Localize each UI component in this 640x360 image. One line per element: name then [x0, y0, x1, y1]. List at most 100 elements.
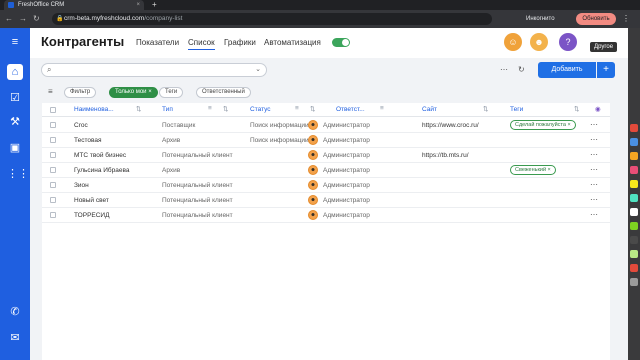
dock-app-icon[interactable] — [630, 194, 638, 202]
dock-app-icon[interactable] — [630, 222, 638, 230]
cell-type: Потенциальный клиент — [162, 182, 233, 189]
dock-app-icon[interactable] — [630, 278, 638, 286]
filter-icon[interactable]: ≡ — [295, 105, 299, 112]
dock-app-icon[interactable] — [630, 166, 638, 174]
select-all-checkbox[interactable] — [50, 107, 56, 113]
incognito-label[interactable]: Инкогнито — [526, 13, 555, 25]
apps-grid-icon[interactable]: ⋮⋮ — [7, 166, 29, 182]
table-row[interactable]: МТС твой бизнес Потенциальный клиент ☻ А… — [42, 148, 610, 163]
column-owner[interactable]: Ответст... — [336, 106, 365, 113]
row-checkbox[interactable] — [50, 152, 56, 158]
filter-icon[interactable]: ≡ — [380, 105, 384, 112]
cell-name[interactable]: Тестовая — [74, 137, 102, 144]
new-tab-button[interactable]: + — [152, 0, 157, 10]
more-icon[interactable]: ⋯ — [500, 65, 508, 74]
box-icon[interactable]: ▣ — [7, 140, 23, 156]
table-row[interactable]: Croc Поставщик Поиск информации ☻ Админи… — [42, 118, 610, 133]
user-avatar[interactable]: ☻ — [530, 33, 548, 51]
update-button[interactable]: Обновить — [576, 13, 616, 25]
row-checkbox[interactable] — [50, 122, 56, 128]
checklist-icon[interactable]: ☑ — [7, 90, 23, 106]
browser-tab[interactable]: FreshOffice CRM × — [4, 0, 144, 10]
tag-badge[interactable]: Сделай пожалуйста × — [510, 120, 576, 130]
dock-app-icon[interactable] — [630, 138, 638, 146]
back-icon[interactable]: ← — [5, 13, 13, 25]
view-toggle[interactable] — [332, 38, 350, 47]
cell-type: Потенциальный клиент — [162, 212, 233, 219]
add-button[interactable]: Добавить — [538, 62, 596, 78]
hamburger-menu-icon[interactable]: ≡ — [7, 34, 23, 50]
column-tags[interactable]: Теги — [510, 106, 523, 113]
tag-badge[interactable]: Свеженький × — [510, 165, 556, 175]
row-menu-icon[interactable]: ⋯ — [590, 120, 598, 129]
home-icon[interactable]: ⌂ — [7, 64, 23, 80]
responsible-pill[interactable]: Ответственный — [196, 87, 251, 98]
cell-name[interactable]: ТОРРЕСИД — [74, 212, 110, 219]
dock-app-icon[interactable] — [630, 152, 638, 160]
row-checkbox[interactable] — [50, 197, 56, 203]
dock-app-icon[interactable] — [630, 264, 638, 272]
column-status[interactable]: Статус — [250, 106, 271, 113]
tab-close-icon[interactable]: × — [136, 0, 140, 10]
tab-list[interactable]: Список — [188, 38, 215, 50]
tab-indicators[interactable]: Показатели — [136, 38, 179, 47]
cell-name[interactable]: Croc — [74, 122, 88, 129]
refresh-icon[interactable]: ↻ — [518, 65, 525, 74]
dock-app-icon[interactable] — [630, 208, 638, 216]
row-menu-icon[interactable]: ⋯ — [590, 150, 598, 159]
row-checkbox[interactable] — [50, 167, 56, 173]
table-row[interactable]: Новый свет Потенциальный клиент ☻ Админи… — [42, 193, 610, 208]
filter-lines-icon[interactable]: ≡ — [48, 87, 53, 96]
mail-icon[interactable]: ✉ — [7, 330, 23, 346]
left-sidebar: ≡ ⌂ ☑ ⚒ ▣ ⋮⋮ ✆ ✉ — [0, 28, 30, 360]
table-row[interactable]: Зион Потенциальный клиент ☻ Администрато… — [42, 178, 610, 193]
sort-icon[interactable]: ⇅ — [574, 105, 579, 113]
row-menu-icon[interactable]: ⋯ — [590, 165, 598, 174]
dock-app-icon[interactable] — [630, 124, 638, 132]
cell-name[interactable]: Новый свет — [74, 197, 109, 204]
row-menu-icon[interactable]: ⋯ — [590, 180, 598, 189]
phone-icon[interactable]: ✆ — [7, 304, 23, 320]
sort-icon[interactable]: ⇅ — [310, 105, 315, 113]
address-bar[interactable]: 🔒 crm-beta.myfreshcloud.com/company-list — [52, 13, 492, 25]
column-name[interactable]: Наименова... — [74, 106, 114, 113]
browser-menu-icon[interactable]: ⋮ — [622, 13, 630, 25]
cell-name[interactable]: МТС твой бизнес — [74, 152, 126, 159]
chevron-down-icon[interactable]: ⌄ — [255, 65, 261, 73]
cell-site[interactable]: https://tb.mts.ru/ — [422, 152, 469, 159]
row-checkbox[interactable] — [50, 182, 56, 188]
table-row[interactable]: ТОРРЕСИД Потенциальный клиент ☻ Админист… — [42, 208, 610, 223]
cell-name[interactable]: Зион — [74, 182, 89, 189]
eye-icon[interactable]: ◉ — [595, 105, 601, 113]
search-input[interactable]: ⌕ ⌄ — [41, 63, 267, 77]
tags-pill[interactable]: Теги — [159, 87, 184, 98]
row-menu-icon[interactable]: ⋯ — [590, 135, 598, 144]
dock-app-icon[interactable] — [630, 250, 638, 258]
row-menu-icon[interactable]: ⋯ — [590, 195, 598, 204]
hammer-icon[interactable]: ⚒ — [7, 114, 23, 130]
tab-automation[interactable]: Автоматизация — [264, 38, 321, 47]
row-checkbox[interactable] — [50, 137, 56, 143]
sort-icon[interactable]: ⇅ — [483, 105, 488, 113]
tab-charts[interactable]: Графики — [224, 38, 256, 47]
row-checkbox[interactable] — [50, 212, 56, 218]
column-site[interactable]: Сайт — [422, 106, 437, 113]
cell-name[interactable]: Гульсина Ибраева — [74, 167, 130, 174]
filter-icon[interactable]: ≡ — [208, 105, 212, 112]
chat-icon[interactable]: ☺ — [504, 33, 522, 51]
table-row[interactable]: Тестовая Архив Поиск информации ☻ Админи… — [42, 133, 610, 148]
sort-icon[interactable]: ⇅ — [223, 105, 228, 113]
help-icon[interactable]: ? — [559, 33, 577, 51]
row-menu-icon[interactable]: ⋯ — [590, 210, 598, 219]
reload-icon[interactable]: ↻ — [33, 13, 40, 25]
column-type[interactable]: Тип — [162, 106, 173, 113]
forward-icon[interactable]: → — [19, 13, 27, 25]
only-mine-pill[interactable]: Только мои × — [109, 87, 158, 98]
table-row[interactable]: Гульсина Ибраева Архив ☻ Администратор С… — [42, 163, 610, 178]
filter-pill[interactable]: Фильтр — [64, 87, 97, 98]
dock-app-icon[interactable] — [630, 236, 638, 244]
plus-button[interactable]: + — [597, 62, 615, 78]
dock-app-icon[interactable] — [630, 180, 638, 188]
sort-icon[interactable]: ⇅ — [136, 105, 141, 113]
cell-site[interactable]: https://www.croc.ru/ — [422, 122, 479, 129]
